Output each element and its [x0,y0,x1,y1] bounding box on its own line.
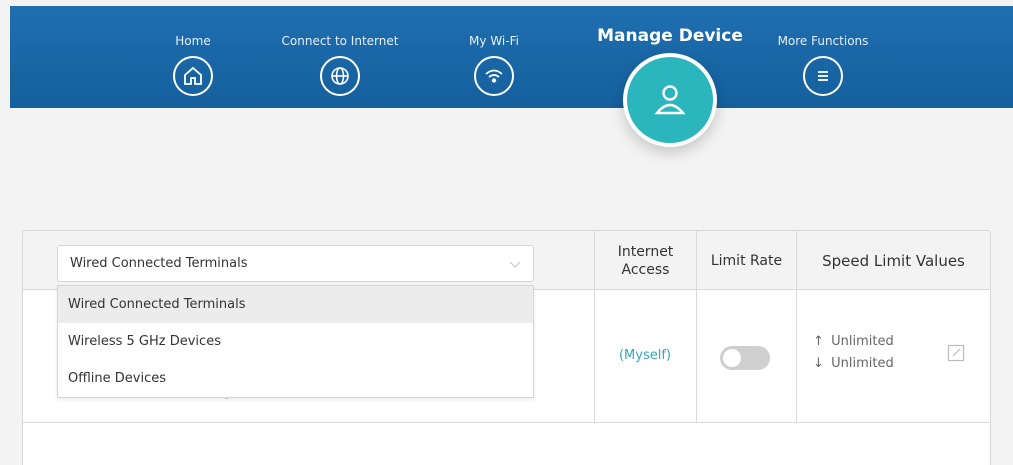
dropdown-option-wired[interactable]: Wired Connected Terminals [58,286,533,323]
nav-more-functions[interactable]: More Functions [763,33,883,96]
speed-limit-values: ↑ Unlimited ↓ Unlimited [813,331,894,375]
nav-wifi-label: My Wi-Fi [469,34,519,48]
dropdown-option-wireless-5ghz[interactable]: Wireless 5 GHz Devices [58,323,533,360]
nav-connect-internet[interactable]: Connect to Internet [280,33,400,96]
nav-my-wifi[interactable]: My Wi-Fi [434,33,554,96]
upload-limit-value: Unlimited [831,334,894,349]
limit-rate-toggle[interactable] [720,346,770,370]
device-type-select[interactable]: Wired Connected Terminals [57,245,534,282]
device-table: Internet Access Limit Rate Speed Limit V… [22,230,991,465]
globe-icon [320,56,360,96]
header-internet-access: Internet Access [617,243,674,278]
edit-icon[interactable] [947,344,965,362]
toggle-knob [723,349,741,367]
wifi-icon [474,56,514,96]
menu-icon [803,56,843,96]
download-limit: ↓ Unlimited [813,353,894,375]
user-icon [623,53,717,147]
nav-manage-label: Manage Device [597,26,743,46]
arrow-up-icon: ↑ [813,334,824,349]
top-navigation: Home Connect to Internet My Wi-Fi Manage… [10,6,1013,147]
home-icon [173,56,213,96]
nav-manage-device[interactable]: Manage Device [590,26,750,147]
nav-home[interactable]: Home [133,33,253,96]
nav-home-label: Home [175,34,211,48]
download-limit-value: Unlimited [831,356,894,371]
header-limit-rate: Limit Rate [710,252,783,269]
device-type-selected-value: Wired Connected Terminals [70,256,248,271]
chevron-down-icon [509,261,521,268]
nav-connect-label: Connect to Internet [281,34,399,48]
dropdown-option-offline[interactable]: Offline Devices [58,360,533,397]
row-divider [23,422,990,423]
nav-more-label: More Functions [777,34,869,48]
internet-access-status: (Myself) [618,348,671,363]
arrow-down-icon: ↓ [813,356,824,371]
device-type-dropdown-menu: Wired Connected Terminals Wireless 5 GHz… [57,285,534,398]
header-speed-limit-values: Speed Limit Values [822,251,965,270]
upload-limit: ↑ Unlimited [813,331,894,353]
